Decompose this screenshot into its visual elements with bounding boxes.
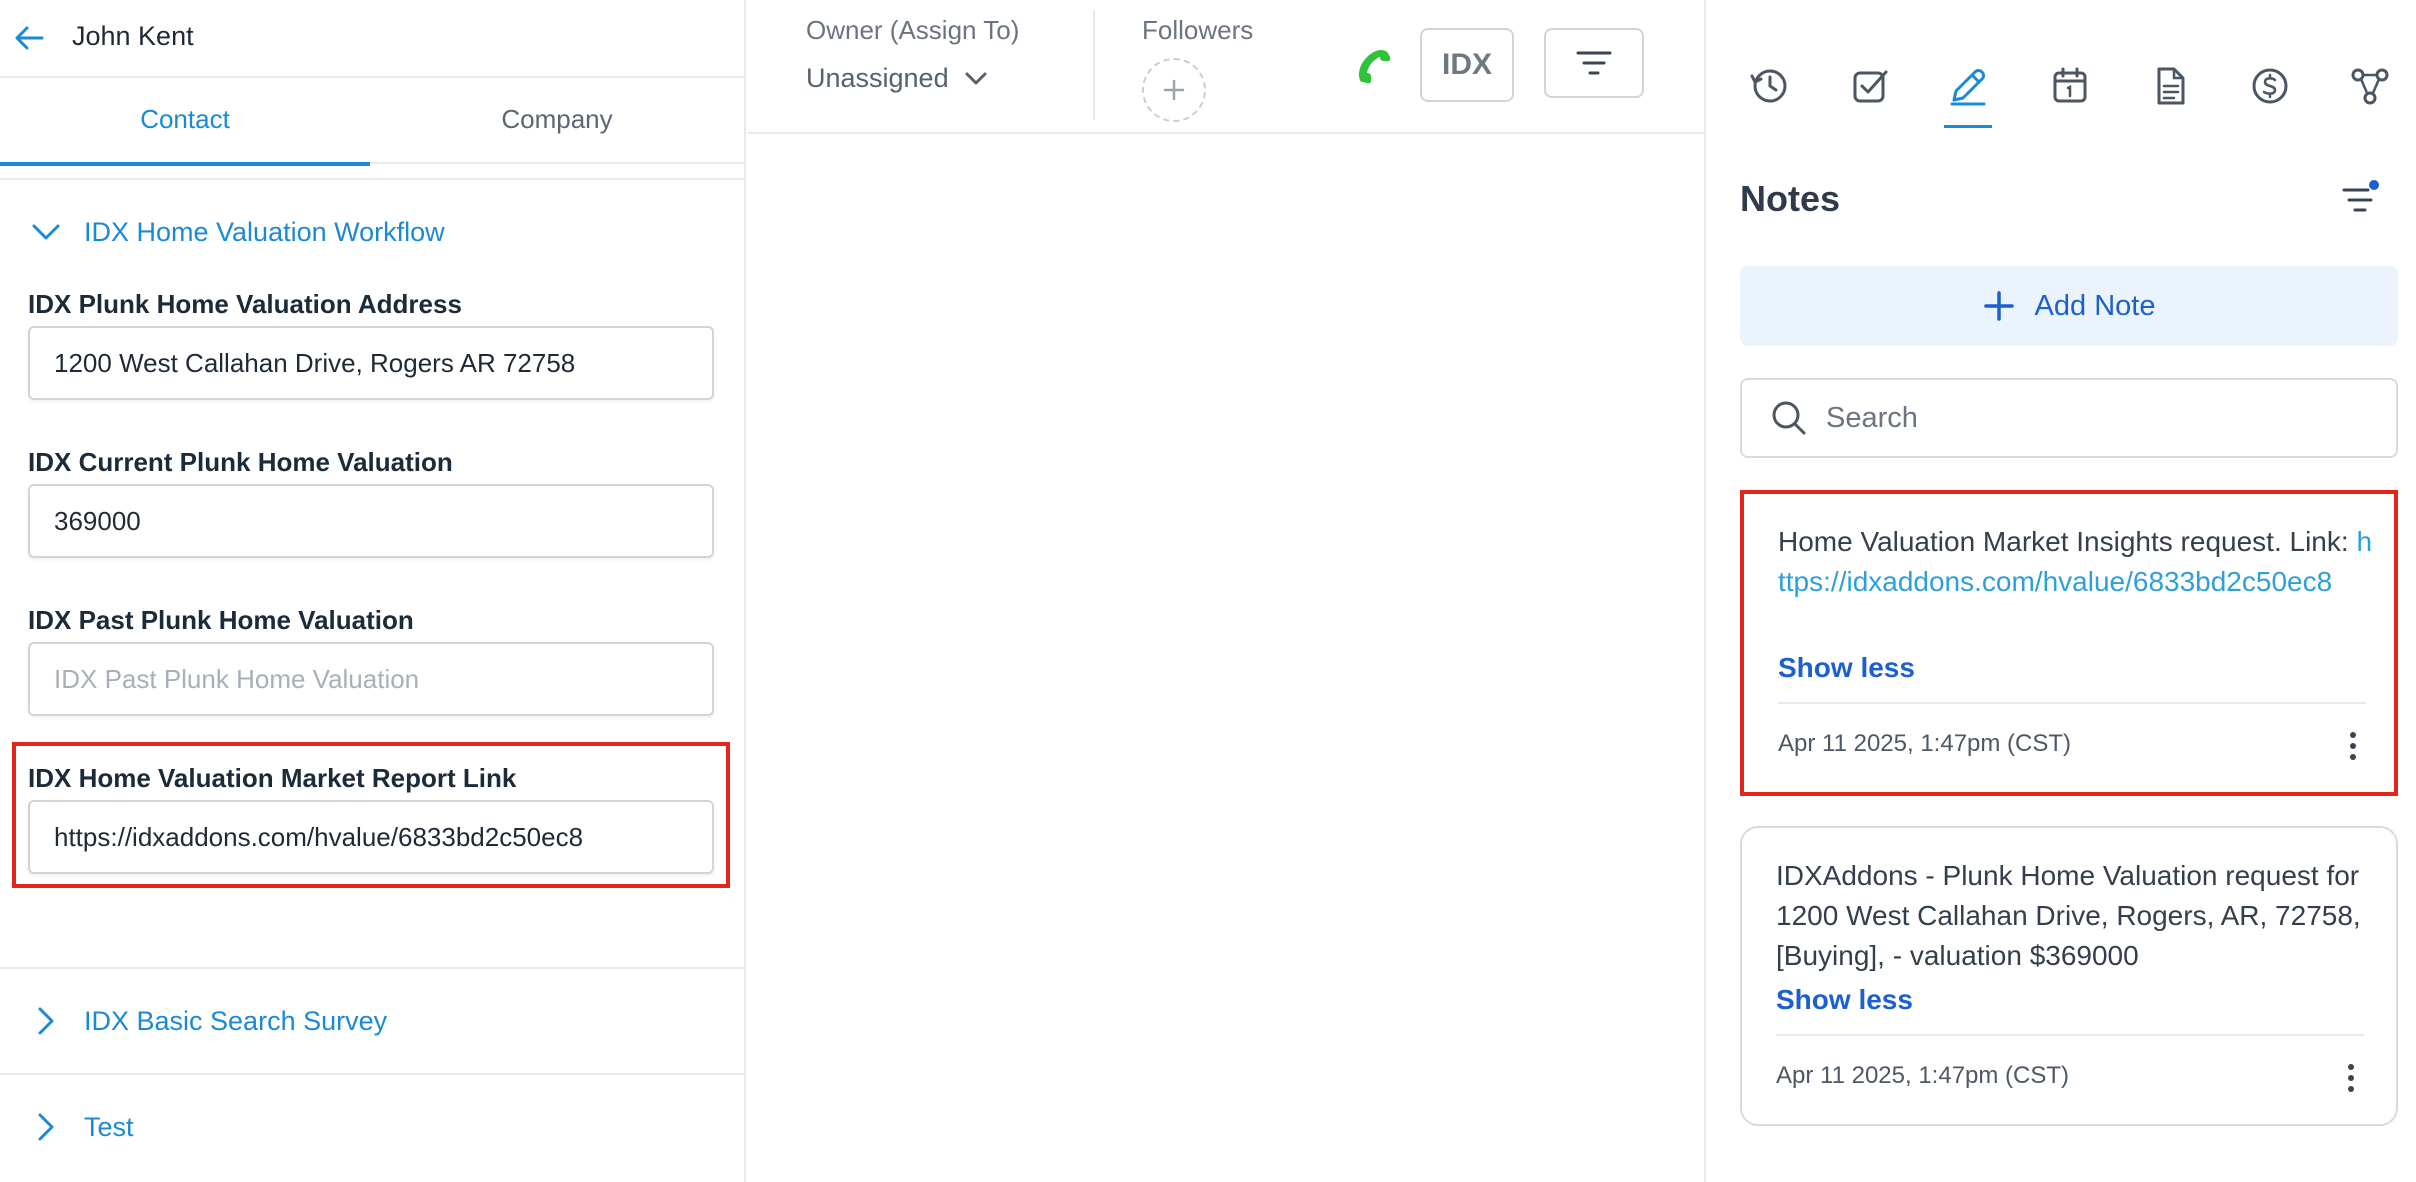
followers-label: Followers <box>1142 15 1254 45</box>
section-basic-search-toggle[interactable]: IDX Basic Search Survey <box>28 1001 387 1041</box>
task-check-icon[interactable] <box>1848 64 1892 108</box>
filter-button[interactable] <box>1544 28 1644 98</box>
tab-contact[interactable]: Contact <box>0 80 370 166</box>
search-icon <box>1772 401 1806 435</box>
field-label: IDX Past Plunk Home Valuation <box>28 605 414 635</box>
contact-tabs: Contact Company <box>0 80 746 166</box>
divider <box>1093 10 1095 120</box>
section-title: Test <box>84 1111 134 1142</box>
chevron-down-icon <box>965 72 987 84</box>
owner-value: Unassigned <box>806 63 949 93</box>
field-label: IDX Current Plunk Home Valuation <box>28 447 453 477</box>
workflow-icon[interactable] <box>2348 64 2392 108</box>
divider <box>1776 1034 2364 1036</box>
divider <box>0 967 746 969</box>
note-text: IDXAddons - Plunk Home Valuation request… <box>1776 860 2361 971</box>
note-card: Home Valuation Market Insights request. … <box>1740 490 2398 796</box>
chevron-down-icon <box>32 224 60 240</box>
notes-search-input[interactable] <box>1826 401 2386 435</box>
assignment-toolbar: Owner (Assign To) Unassigned Followers I… <box>748 0 1704 134</box>
notes-panel: Notes Add Note Home Valuation Market Ins… <box>1704 0 2416 1182</box>
show-less-link[interactable]: Show less <box>1776 984 1913 1016</box>
plus-icon <box>1163 79 1185 101</box>
contact-panel: John Kent Contact Company IDX Home Valua… <box>0 0 746 1182</box>
contact-header: John Kent <box>0 0 746 78</box>
more-options-icon[interactable] <box>2338 728 2368 764</box>
divider <box>0 1073 746 1075</box>
phone-icon[interactable] <box>1350 42 1400 92</box>
section-title: IDX Home Valuation Workflow <box>84 216 445 247</box>
field-label: IDX Plunk Home Valuation Address <box>28 289 462 319</box>
show-less-link[interactable]: Show less <box>1778 652 1915 684</box>
note-timestamp: Apr 11 2025, 1:47pm (CST) <box>1778 730 2072 757</box>
note-text: Home Valuation Market Insights request. … <box>1778 526 2373 597</box>
section-workflow-toggle[interactable]: IDX Home Valuation Workflow <box>28 212 445 252</box>
calendar-icon[interactable] <box>2048 64 2092 108</box>
contact-name: John Kent <box>72 21 194 51</box>
pencil-icon[interactable] <box>1944 64 1992 128</box>
activity-tab-bar <box>1706 0 2416 134</box>
document-icon[interactable] <box>2148 64 2192 108</box>
notes-filter-icon[interactable] <box>2340 180 2380 220</box>
dollar-icon[interactable] <box>2248 64 2292 108</box>
note-card: IDXAddons - Plunk Home Valuation request… <box>1740 826 2398 1126</box>
divider <box>1778 702 2366 704</box>
divider <box>0 178 746 180</box>
idx-button[interactable]: IDX <box>1420 28 1514 102</box>
market-report-link-field[interactable] <box>28 800 714 874</box>
section-test-toggle[interactable]: Test <box>28 1107 134 1147</box>
valuation-address-field[interactable] <box>28 326 714 400</box>
notes-title: Notes <box>1740 178 1841 219</box>
note-timestamp: Apr 11 2025, 1:47pm (CST) <box>1776 1062 2070 1089</box>
add-note-button[interactable]: Add Note <box>1740 266 2398 346</box>
field-label: IDX Home Valuation Market Report Link <box>28 763 517 793</box>
owner-dropdown[interactable]: Unassigned <box>806 63 989 94</box>
chevron-right-icon <box>38 1113 54 1141</box>
section-title: IDX Basic Search Survey <box>84 1005 388 1036</box>
current-valuation-field[interactable] <box>28 484 714 558</box>
plus-icon <box>1983 291 2014 321</box>
notes-search-box <box>1740 378 2398 458</box>
tab-company[interactable]: Company <box>372 80 742 164</box>
add-note-label: Add Note <box>2034 289 2156 322</box>
more-options-icon[interactable] <box>2336 1060 2366 1096</box>
filter-icon <box>1576 51 1612 75</box>
add-follower-button[interactable] <box>1142 58 1206 122</box>
history-icon[interactable] <box>1748 64 1792 108</box>
activity-panel: Owner (Assign To) Unassigned Followers I… <box>748 0 1704 1182</box>
back-arrow-icon[interactable] <box>12 22 48 54</box>
chevron-right-icon <box>38 1007 54 1035</box>
past-valuation-field[interactable] <box>28 642 714 716</box>
owner-label: Owner (Assign To) <box>806 15 1020 45</box>
